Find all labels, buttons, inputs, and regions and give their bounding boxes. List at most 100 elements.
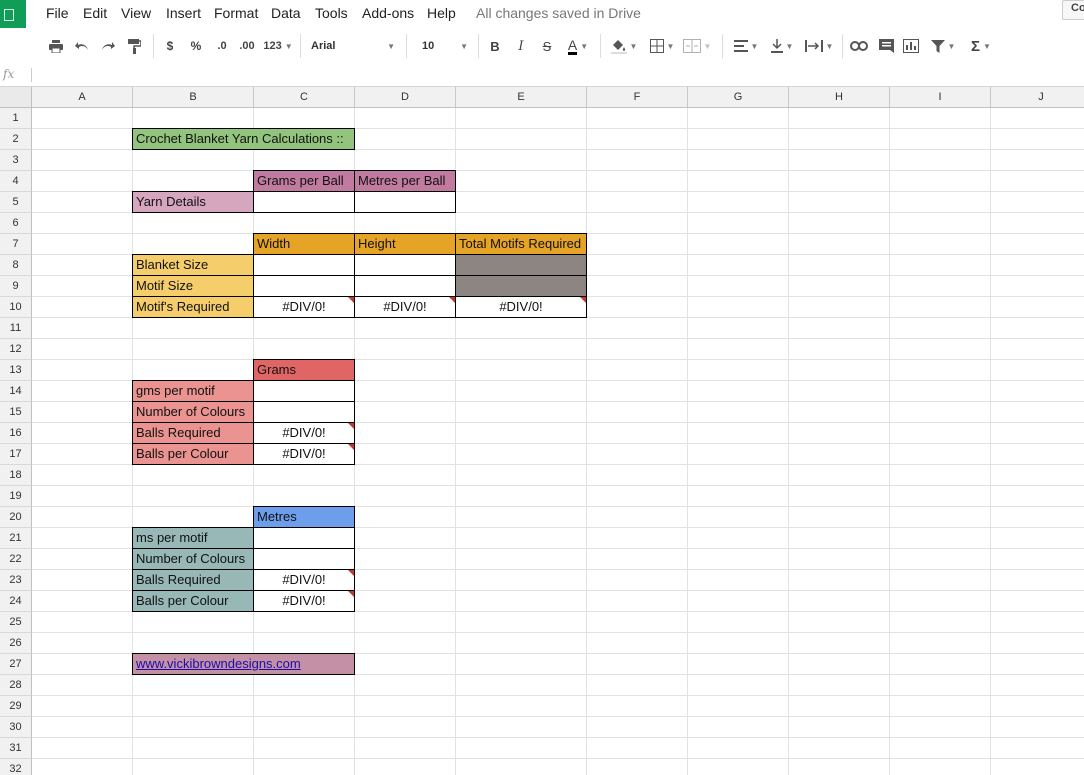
cell-b10[interactable]: Motif's Required: [132, 296, 254, 318]
row-header-4[interactable]: 4: [0, 171, 32, 192]
row-header-27[interactable]: 27: [0, 654, 32, 675]
row-header-28[interactable]: 28: [0, 675, 32, 696]
column-header-e[interactable]: E: [456, 87, 587, 108]
cell-d10[interactable]: #DIV/0!: [354, 296, 456, 318]
select-all-corner[interactable]: [0, 87, 32, 108]
cell-c17[interactable]: #DIV/0!: [253, 443, 355, 465]
formula-input[interactable]: [36, 66, 1076, 84]
cell-d9[interactable]: [354, 275, 456, 297]
cell-b5[interactable]: Yarn Details: [132, 191, 254, 213]
cell-b21[interactable]: ms per motif: [132, 527, 254, 549]
error-indicator-icon[interactable]: [348, 591, 354, 597]
paint-format-icon[interactable]: [124, 36, 144, 56]
cell-b24[interactable]: Balls per Colour: [132, 590, 254, 612]
row-header-23[interactable]: 23: [0, 570, 32, 591]
column-header-c[interactable]: C: [254, 87, 355, 108]
cell-c22[interactable]: [253, 548, 355, 570]
row-header-8[interactable]: 8: [0, 255, 32, 276]
percent-format-button[interactable]: %: [189, 36, 203, 56]
row-header-13[interactable]: 13: [0, 360, 32, 381]
text-wrap-button[interactable]: ▼: [802, 36, 836, 56]
column-header-j[interactable]: J: [991, 87, 1084, 108]
error-indicator-icon[interactable]: [348, 444, 354, 450]
row-header-29[interactable]: 29: [0, 696, 32, 717]
row-header-3[interactable]: 3: [0, 150, 32, 171]
menu-edit[interactable]: Edit: [83, 5, 107, 21]
functions-button[interactable]: Σ ▼: [966, 36, 996, 56]
column-header-a[interactable]: A: [32, 87, 133, 108]
cell-e8[interactable]: [455, 254, 587, 276]
row-header-25[interactable]: 25: [0, 612, 32, 633]
menu-view[interactable]: View: [121, 5, 151, 21]
cell-c24[interactable]: #DIV/0!: [253, 590, 355, 612]
cell-b23[interactable]: Balls Required: [132, 569, 254, 591]
cell-c23[interactable]: #DIV/0!: [253, 569, 355, 591]
redo-icon[interactable]: [98, 36, 118, 56]
row-header-18[interactable]: 18: [0, 465, 32, 486]
row-header-21[interactable]: 21: [0, 528, 32, 549]
currency-format-button[interactable]: $: [163, 36, 177, 56]
row-header-24[interactable]: 24: [0, 591, 32, 612]
cell-b9[interactable]: Motif Size: [132, 275, 254, 297]
italic-button[interactable]: I: [513, 36, 529, 56]
cell-e9[interactable]: [455, 275, 587, 297]
cell-e10[interactable]: #DIV/0!: [455, 296, 587, 318]
row-header-31[interactable]: 31: [0, 738, 32, 759]
row-header-19[interactable]: 19: [0, 486, 32, 507]
cell-c4[interactable]: Grams per Ball: [253, 170, 355, 192]
row-header-2[interactable]: 2: [0, 129, 32, 150]
error-indicator-icon[interactable]: [348, 423, 354, 429]
cell-b17[interactable]: Balls per Colour: [132, 443, 254, 465]
filter-button[interactable]: ▼: [928, 36, 958, 56]
cell-b2[interactable]: Crochet Blanket Yarn Calculations ::: [132, 128, 355, 150]
cell-c9[interactable]: [253, 275, 355, 297]
increase-decimal-button[interactable]: .00: [236, 36, 258, 56]
menu-file[interactable]: File: [46, 5, 69, 21]
row-header-9[interactable]: 9: [0, 276, 32, 297]
cell-c16[interactable]: #DIV/0!: [253, 422, 355, 444]
font-size-select[interactable]: 10 ▼: [422, 36, 468, 56]
menu-tools[interactable]: Tools: [315, 5, 348, 21]
menu-help[interactable]: Help: [427, 5, 456, 21]
cell-c13[interactable]: Grams: [253, 359, 355, 381]
cell-c15[interactable]: [253, 401, 355, 423]
merge-cells-button[interactable]: ▼: [680, 36, 714, 56]
borders-button[interactable]: ▼: [647, 36, 677, 56]
cell-c5[interactable]: [253, 191, 355, 213]
menu-format[interactable]: Format: [214, 5, 258, 21]
fill-color-button[interactable]: ▼: [609, 36, 639, 56]
cell-b16[interactable]: Balls Required: [132, 422, 254, 444]
menu-insert[interactable]: Insert: [166, 5, 201, 21]
cell-c10[interactable]: #DIV/0!: [253, 296, 355, 318]
cell-c14[interactable]: [253, 380, 355, 402]
vertical-align-button[interactable]: ▼: [767, 36, 797, 56]
insert-comment-icon[interactable]: [876, 36, 896, 56]
cell-b27[interactable]: www.vickibrowndesigns.com: [132, 653, 355, 675]
cell-b14[interactable]: gms per motif: [132, 380, 254, 402]
font-family-select[interactable]: Arial ▼: [311, 36, 395, 56]
column-header-d[interactable]: D: [355, 87, 456, 108]
row-header-1[interactable]: 1: [0, 108, 32, 129]
row-header-16[interactable]: 16: [0, 423, 32, 444]
decrease-decimal-button[interactable]: .0: [212, 36, 232, 56]
horizontal-align-button[interactable]: ▼: [731, 36, 761, 56]
column-header-f[interactable]: F: [587, 87, 688, 108]
row-header-17[interactable]: 17: [0, 444, 32, 465]
cell-b15[interactable]: Number of Colours: [132, 401, 254, 423]
row-header-10[interactable]: 10: [0, 297, 32, 318]
undo-icon[interactable]: [72, 36, 92, 56]
row-header-6[interactable]: 6: [0, 213, 32, 234]
cell-d8[interactable]: [354, 254, 456, 276]
row-header-15[interactable]: 15: [0, 402, 32, 423]
website-link[interactable]: www.vickibrowndesigns.com: [136, 656, 301, 671]
error-indicator-icon[interactable]: [580, 297, 586, 303]
column-header-i[interactable]: I: [890, 87, 991, 108]
more-formats-button[interactable]: 123 ▼: [262, 36, 294, 56]
strikethrough-button[interactable]: S: [539, 36, 555, 56]
row-header-26[interactable]: 26: [0, 633, 32, 654]
error-indicator-icon[interactable]: [348, 570, 354, 576]
sheets-logo-icon[interactable]: [0, 0, 26, 28]
cell-c21[interactable]: [253, 527, 355, 549]
menu-data[interactable]: Data: [271, 5, 301, 21]
cell-b22[interactable]: Number of Colours: [132, 548, 254, 570]
